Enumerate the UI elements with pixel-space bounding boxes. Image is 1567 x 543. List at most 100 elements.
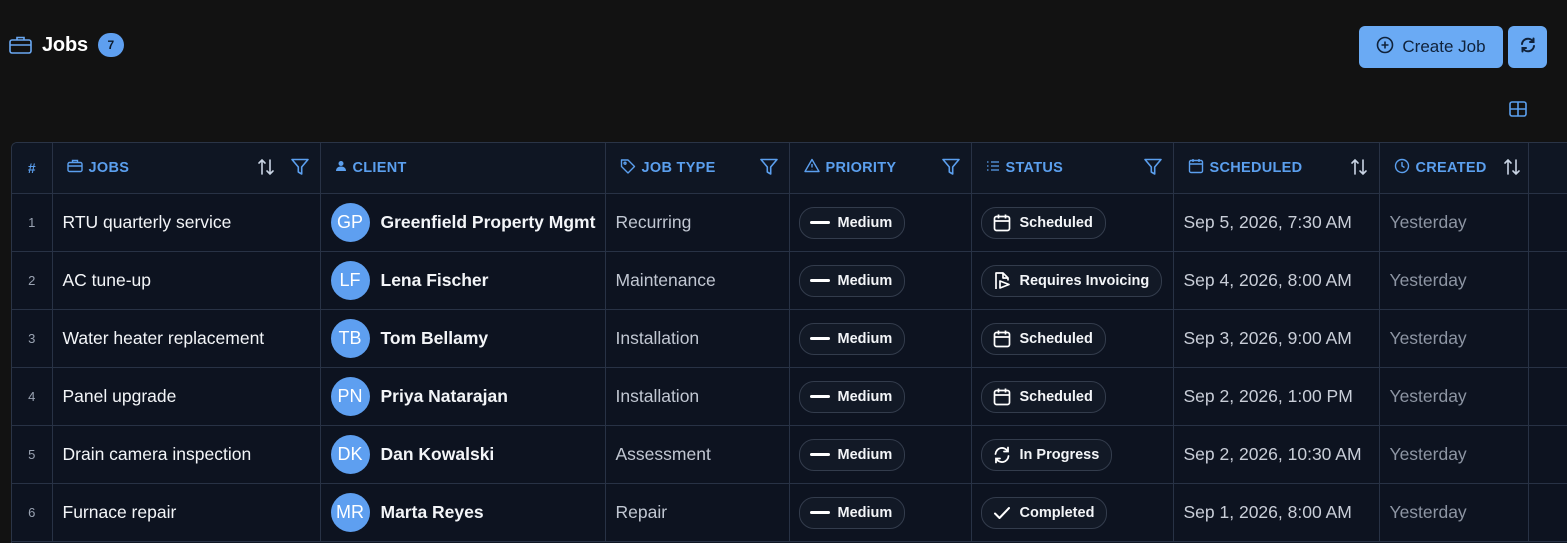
client-cell[interactable]: LF Lena Fischer xyxy=(320,251,606,310)
job-cell[interactable]: Drain camera inspection xyxy=(52,425,321,484)
created-cell: Yesterday xyxy=(1379,367,1529,426)
header-row: # JOBS CLIENT JOB TYPE PRIORITY STATUS S… xyxy=(12,143,1567,194)
column-header-overflow xyxy=(1528,143,1567,194)
column-header-status[interactable]: STATUS xyxy=(971,143,1174,194)
client-name[interactable]: Greenfield Property Mgmt xyxy=(381,212,596,233)
column-header-jobs[interactable]: JOBS xyxy=(52,143,321,194)
row-number: 5 xyxy=(28,447,36,462)
create-job-label: Create Job xyxy=(1402,37,1486,56)
dash-icon xyxy=(809,395,830,398)
overflow-cell xyxy=(1528,193,1567,252)
table-row[interactable]: 2 AC tune-up LF Lena Fischer Maintenance Medi… xyxy=(12,251,1567,310)
client-cell[interactable]: GP Greenfield Property Mgmt xyxy=(320,193,606,252)
row-number-cell: 6 xyxy=(12,483,53,542)
priority-cell: Medium xyxy=(789,251,972,310)
job-name[interactable]: Water heater replacement xyxy=(53,328,320,349)
sort-icon[interactable] xyxy=(1349,157,1369,182)
table-row[interactable]: 6 Furnace repair MR Marta Reyes Repair Medium… xyxy=(12,483,1567,542)
priority-badge: Medium xyxy=(798,322,906,355)
calendar-icon xyxy=(992,213,1012,233)
status-header-label: STATUS xyxy=(1005,160,1064,176)
calendar-icon xyxy=(992,329,1012,349)
job-name[interactable]: Drain camera inspection xyxy=(53,444,320,465)
row-number: 2 xyxy=(28,273,36,288)
status-badge: Scheduled xyxy=(980,380,1106,413)
priority-badge: Medium xyxy=(798,438,906,471)
job-name[interactable]: RTU quarterly service xyxy=(53,212,320,233)
column-header-scheduled[interactable]: SCHEDULED xyxy=(1173,143,1380,194)
clock-icon xyxy=(1394,158,1410,179)
priority-label: Medium xyxy=(837,504,893,521)
status-badge: Completed xyxy=(980,496,1108,529)
refresh-button[interactable] xyxy=(1508,26,1547,68)
job-cell[interactable]: RTU quarterly service xyxy=(52,193,321,252)
job-cell[interactable]: Panel upgrade xyxy=(52,367,321,426)
filter-icon[interactable] xyxy=(941,157,961,182)
scheduled-date: Sep 2, 2026, 1:00 PM xyxy=(1183,386,1353,406)
status-cell: Scheduled xyxy=(971,367,1174,426)
client-name[interactable]: Dan Kowalski xyxy=(381,444,495,465)
status-cell: In Progress xyxy=(971,425,1174,484)
client-cell[interactable]: PN Priya Natarajan xyxy=(320,367,606,426)
job-type-cell: Installation xyxy=(605,309,790,368)
client-name[interactable]: Tom Bellamy xyxy=(381,328,489,349)
plus-circle-icon xyxy=(1376,36,1394,59)
scheduled-date: Sep 4, 2026, 8:00 AM xyxy=(1183,270,1352,290)
job-type-cell: Recurring xyxy=(605,193,790,252)
created-date: Yesterday xyxy=(1389,386,1467,406)
created-date: Yesterday xyxy=(1389,328,1467,348)
status-label: Completed xyxy=(1019,504,1095,521)
client-cell[interactable]: DK Dan Kowalski xyxy=(320,425,606,484)
table-row[interactable]: 5 Drain camera inspection DK Dan Kowalski As… xyxy=(12,425,1567,484)
column-header-priority[interactable]: PRIORITY xyxy=(789,143,972,194)
client-name[interactable]: Marta Reyes xyxy=(381,502,484,523)
job-cell[interactable]: Furnace repair xyxy=(52,483,321,542)
scheduled-date: Sep 3, 2026, 9:00 AM xyxy=(1183,328,1352,348)
job-type: Repair xyxy=(615,502,668,522)
priority-badge: Medium xyxy=(798,496,906,529)
row-number-cell: 2 xyxy=(12,251,53,310)
tag-icon xyxy=(620,158,636,179)
dash-icon xyxy=(809,279,830,282)
column-header-client[interactable]: CLIENT xyxy=(320,143,606,194)
job-name[interactable]: Panel upgrade xyxy=(53,386,320,407)
job-count-badge: 7 xyxy=(97,33,124,57)
column-header-job-type[interactable]: JOB TYPE xyxy=(605,143,790,194)
filter-icon[interactable] xyxy=(1143,157,1163,182)
avatar: GP xyxy=(330,203,370,242)
client-cell[interactable]: MR Marta Reyes xyxy=(320,483,606,542)
sort-icon[interactable] xyxy=(256,157,276,182)
filter-icon[interactable] xyxy=(759,157,779,182)
priority-label: Medium xyxy=(837,214,893,231)
calendar-icon xyxy=(1188,158,1204,179)
client-name[interactable]: Priya Natarajan xyxy=(381,386,508,407)
page-title: Jobs xyxy=(42,33,88,56)
column-header-created[interactable]: CREATED xyxy=(1379,143,1529,194)
briefcase-icon xyxy=(66,159,83,178)
jobs-table: # JOBS CLIENT JOB TYPE PRIORITY STATUS S… xyxy=(11,142,1567,543)
refresh-icon xyxy=(1519,36,1537,59)
table-row[interactable]: 3 Water heater replacement TB Tom Bellamy In… xyxy=(12,309,1567,368)
client-cell[interactable]: TB Tom Bellamy xyxy=(320,309,606,368)
filter-icon[interactable] xyxy=(290,157,310,182)
table-row[interactable]: 1 RTU quarterly service GP Greenfield Prope… xyxy=(12,193,1567,252)
priority-label: Medium xyxy=(837,388,893,405)
scheduled-header-label: SCHEDULED xyxy=(1209,160,1303,176)
column-layout-icon[interactable] xyxy=(1508,99,1528,119)
status-cell: Scheduled xyxy=(971,309,1174,368)
client-name[interactable]: Lena Fischer xyxy=(381,270,489,291)
created-date: Yesterday xyxy=(1389,212,1467,232)
create-job-button[interactable]: Create Job xyxy=(1359,26,1503,68)
job-name[interactable]: AC tune-up xyxy=(53,270,320,291)
job-cell[interactable]: Water heater replacement xyxy=(52,309,321,368)
job-type-cell: Installation xyxy=(605,367,790,426)
table-row[interactable]: 4 Panel upgrade PN Priya Natarajan Installat… xyxy=(12,367,1567,426)
job-cell[interactable]: AC tune-up xyxy=(52,251,321,310)
overflow-cell xyxy=(1528,425,1567,484)
status-label: Scheduled xyxy=(1019,214,1093,231)
sort-icon[interactable] xyxy=(1502,157,1522,182)
scheduled-cell: Sep 4, 2026, 8:00 AM xyxy=(1173,251,1380,310)
priority-cell: Medium xyxy=(789,193,972,252)
priority-label: Medium xyxy=(837,446,893,463)
job-name[interactable]: Furnace repair xyxy=(53,502,320,523)
